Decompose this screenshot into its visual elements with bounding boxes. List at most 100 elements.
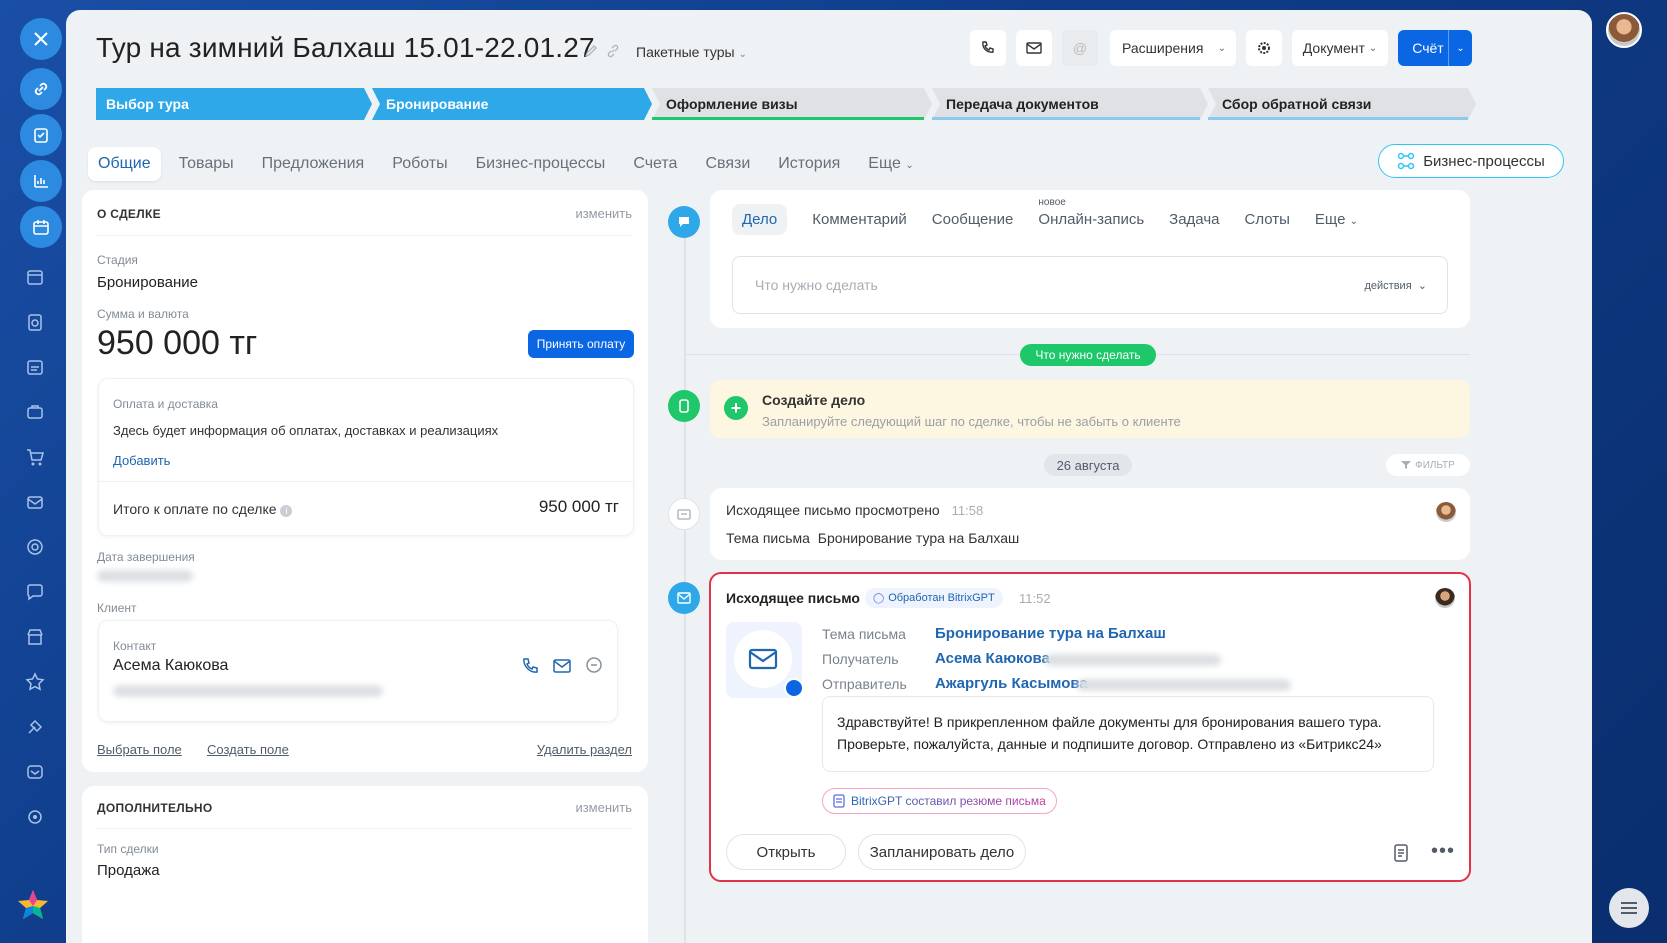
comment-icon [668,206,700,238]
target-icon[interactable] [24,536,46,558]
email-button[interactable] [1016,30,1052,66]
close-icon [34,32,48,46]
sender-value[interactable]: Ажаргуль Касымова [935,675,1088,692]
amount-value[interactable]: 950 000 тг [97,324,257,363]
hamburger-icon [1621,902,1637,914]
outgoing-email-card: Исходящее письмо ◯ Обработан BitrixGPT 11… [709,572,1471,882]
mention-button[interactable]: @ [1062,30,1098,66]
extensions-button[interactable]: Расширения ⌄ [1110,30,1236,66]
user-avatar[interactable] [1606,12,1642,48]
calendar-icon[interactable] [24,266,46,288]
business-processes-button[interactable]: Бизнес-процессы [1378,144,1564,178]
link-icon[interactable] [606,44,620,58]
invoice-button[interactable]: Счёт ⌄ [1398,30,1472,66]
choose-field-link[interactable]: Выбрать поле [97,742,182,757]
activity-placeholder: Что нужно сделать [755,277,878,293]
tab-invoices[interactable]: Счета [623,147,687,181]
subject-value[interactable]: Бронирование тура на Балхаш [935,625,1166,642]
menu-button[interactable] [1609,888,1649,928]
deal-type-value[interactable]: Продажа [97,862,160,879]
tab-general[interactable]: Общие [88,147,161,181]
planner-icon[interactable] [24,356,46,378]
tab-robots[interactable]: Роботы [382,147,457,181]
info-icon[interactable]: i [280,505,293,517]
create-activity-desc: Запланируйте следующий шаг по сделке, чт… [762,414,1181,429]
mail-stack-icon[interactable] [24,491,46,513]
chat-icon[interactable] [24,581,46,603]
settings-gear-icon[interactable] [24,806,46,828]
clipboard-icon[interactable] [24,311,46,333]
tab-offers[interactable]: Предложения [252,147,375,181]
inbox-icon[interactable] [24,761,46,783]
contact-details [113,685,383,697]
tab-history[interactable]: История [768,147,850,181]
pencil-icon[interactable] [584,44,598,58]
link-nav-button[interactable] [20,68,62,110]
document-button[interactable]: Документ ⌄ [1292,30,1388,66]
tab-more[interactable]: Еще ⌄ [1315,211,1358,228]
settings-button[interactable] [1246,30,1282,66]
email-title: Исходящее письмо [726,590,860,606]
chevron-down-icon[interactable]: ⌄ [1448,30,1472,66]
plan-activity-button[interactable]: Запланировать дело [858,834,1026,870]
tab-task[interactable]: Задача [1169,211,1219,228]
chat-icon[interactable] [585,657,603,675]
tab-relations[interactable]: Связи [695,147,760,181]
stage-feedback[interactable]: Сбор обратной связи [1212,88,1468,120]
actions-dropdown[interactable]: действия ⌄ [1364,279,1427,292]
activity-input[interactable]: Что нужно сделать действия ⌄ [732,256,1448,314]
edit-link[interactable]: изменить [575,206,632,221]
sender-email [1077,679,1291,691]
tab-message[interactable]: Сообщение [932,211,1014,228]
gpt-summary-pill[interactable]: BitrixGPT составил резюме письма [822,788,1057,814]
category-dropdown[interactable]: Пакетные туры ⌄ [636,44,747,60]
tasks-nav-button[interactable] [20,114,62,156]
author-avatar[interactable] [1435,588,1455,608]
tab-comment[interactable]: Комментарий [812,211,906,228]
stage-select-tour[interactable]: Выбор тура [96,88,364,120]
plus-icon[interactable]: + [724,396,748,420]
tab-slots[interactable]: Слоты [1244,211,1289,228]
store-icon[interactable] [24,626,46,648]
cart-icon[interactable] [24,446,46,468]
stage-visa[interactable]: Оформление визы [656,88,924,120]
star-icon[interactable] [24,671,46,693]
phone-button[interactable] [970,30,1006,66]
open-button[interactable]: Открыть [726,834,846,870]
delete-section-link[interactable]: Удалить раздел [537,742,632,757]
tab-online-booking[interactable]: новое Онлайн-запись [1038,197,1144,228]
mail-icon[interactable] [553,658,571,674]
document-icon[interactable] [1393,844,1409,862]
bitrix-logo-icon[interactable] [16,888,50,922]
tab-products[interactable]: Товары [169,147,244,181]
filter-button[interactable]: ФИЛЬТР [1386,454,1470,476]
create-activity-card[interactable]: + Создайте дело Запланируйте следующий ш… [710,380,1470,438]
briefcase-icon[interactable] [24,401,46,423]
edit-link[interactable]: изменить [575,800,632,815]
chevron-down-icon: ⌄ [738,49,747,60]
tab-business-processes[interactable]: Бизнес-процессы [466,147,616,181]
close-button[interactable] [20,18,62,60]
tab-activity[interactable]: Дело [732,204,788,235]
category-label: Пакетные туры [636,44,735,60]
add-payment-link[interactable]: Добавить [113,453,170,468]
stage-value[interactable]: Бронирование [97,274,198,291]
stage-documents[interactable]: Передача документов [936,88,1200,120]
filter-icon [1401,461,1412,469]
recipient-value[interactable]: Асема Каюкова [935,650,1050,667]
phone-icon[interactable] [521,657,539,675]
end-date-value[interactable] [97,570,193,582]
more-icon[interactable]: ••• [1431,840,1455,863]
create-field-link[interactable]: Создать поле [207,742,289,757]
analytics-nav-button[interactable] [20,160,62,202]
viewed-time: 11:58 [951,503,984,518]
contact-name[interactable]: Асема Каюкова [113,657,228,675]
total-label: Итого к оплате по сделке i [113,501,293,517]
author-avatar[interactable] [1436,502,1456,522]
tab-more[interactable]: Еще ⌄ [858,147,923,181]
stage-booking[interactable]: Бронирование [376,88,644,120]
payment-info: Здесь будет информация об оплатах, доста… [113,423,499,438]
accept-payment-button[interactable]: Принять оплату [528,330,634,358]
calendar-nav-button[interactable] [20,206,62,248]
automation-icon[interactable] [24,716,46,738]
